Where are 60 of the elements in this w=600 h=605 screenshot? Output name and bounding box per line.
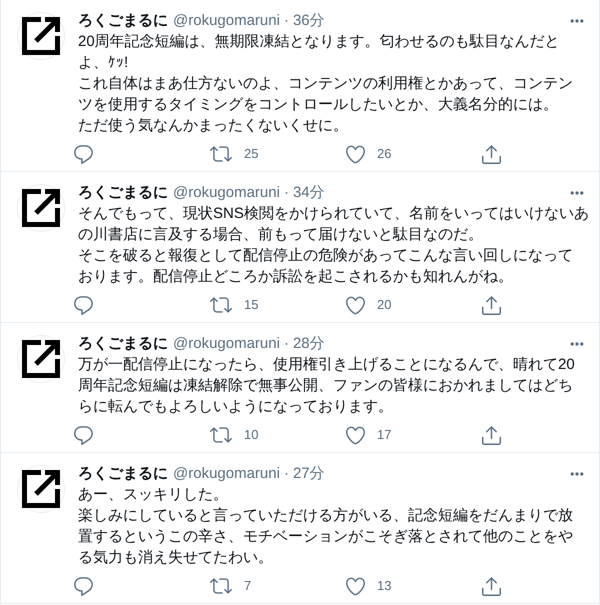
more-icon[interactable] [570, 342, 584, 346]
avatar-icon[interactable] [17, 335, 65, 383]
separator-dot: · [282, 464, 290, 484]
tweet-text: そんでもって、現状SNS検閲をかけられていて、名前をいってはいけないあ の川書店に言及する場合、前もって届けないと駄目なのだ。 そこを破ると報復として配信停止の危険があってこんな言い回しになって おります。配信停止どころか訴訟を起こされるかも知れんがね。 [78, 204, 589, 287]
timestamp-link[interactable]: 36分 [292, 11, 325, 31]
author-handle: @rokugomaruni [173, 334, 280, 354]
avatar-icon[interactable] [17, 12, 65, 60]
separator-dot: · [282, 334, 290, 354]
like-button[interactable]: 20 [346, 296, 392, 314]
tweet-text: 万が一配信停止になったら、使用権引き上げることになるんで、晴れて20 周年記念短編は凍結解除で無事公開、ファンの皆様におかれましてはどち らに転んでもよろしいようになっております。 [78, 355, 575, 417]
share-button[interactable] [482, 296, 501, 314]
author-name[interactable]: ろくごまるに [78, 464, 168, 484]
speech-bubble-icon [74, 576, 93, 596]
reply-button[interactable] [74, 144, 93, 164]
retweet-button[interactable]: 7 [210, 578, 252, 594]
author-handle: @rokugomaruni [173, 183, 280, 203]
share-button[interactable] [482, 144, 501, 164]
timestamp-link[interactable]: 28分 [292, 334, 325, 354]
share-icon [482, 296, 501, 314]
more-icon[interactable] [570, 472, 584, 476]
timestamp-link[interactable]: 34分 [292, 183, 325, 203]
speech-bubble-icon [74, 296, 93, 314]
share-icon [482, 576, 501, 596]
share-button[interactable] [482, 576, 501, 596]
speech-bubble-icon [74, 426, 93, 444]
heart-icon [346, 144, 365, 164]
share-icon [482, 144, 501, 164]
author-name[interactable]: ろくごまるに [78, 183, 168, 203]
retweet-button[interactable]: 10 [210, 427, 258, 443]
repeat-arrows-icon [210, 297, 232, 313]
more-icon[interactable] [570, 191, 584, 195]
like-button[interactable]: 17 [346, 426, 392, 444]
reply-button[interactable] [74, 426, 93, 444]
heart-icon [346, 576, 365, 596]
repeat-arrows-icon [210, 146, 232, 162]
repeat-arrows-icon [210, 427, 232, 443]
avatar-icon[interactable] [17, 184, 65, 232]
more-icon[interactable] [570, 19, 584, 23]
repeat-arrows-icon [210, 578, 232, 594]
reply-button[interactable] [74, 576, 93, 596]
tweet-text: 20周年記念短編は、無期限凍結となります。匂わせるのも駄目なんだと よ、ｹｯ! これ自体はまあ仕方ないのよ、コンテンツの利用権とかあって、コンテン ツを使用するタイミングをコントロールしたいとか、大義名分的には。 ただ使う気なんかまったくないくせに。 [78, 32, 573, 136]
retweet-button[interactable]: 15 [210, 297, 258, 313]
reply-button[interactable] [74, 296, 93, 314]
avatar-icon[interactable] [17, 465, 65, 513]
retweet-button[interactable]: 25 [210, 146, 258, 162]
speech-bubble-icon [74, 144, 93, 164]
author-name[interactable]: ろくごまるに [78, 334, 168, 354]
timestamp-link[interactable]: 27分 [292, 464, 325, 484]
like-button[interactable]: 13 [346, 576, 392, 596]
author-handle: @rokugomaruni [173, 464, 280, 484]
share-button[interactable] [482, 426, 501, 444]
heart-icon [346, 426, 365, 444]
share-icon [482, 426, 501, 444]
like-button[interactable]: 26 [346, 144, 392, 164]
author-name[interactable]: ろくごまるに [78, 11, 168, 31]
tweet-text: あー、スッキリした。 楽しみにしていると言っていただける方がいる、記念短編をだんまりで放 置するというこの辛さ、モチベーションがこそぎ落とされて他のことをや る気力も消え失せてたわい。 [78, 485, 573, 568]
separator-dot: · [282, 11, 290, 31]
heart-icon [346, 296, 365, 314]
author-handle: @rokugomaruni [173, 11, 280, 31]
separator-dot: · [282, 183, 290, 203]
